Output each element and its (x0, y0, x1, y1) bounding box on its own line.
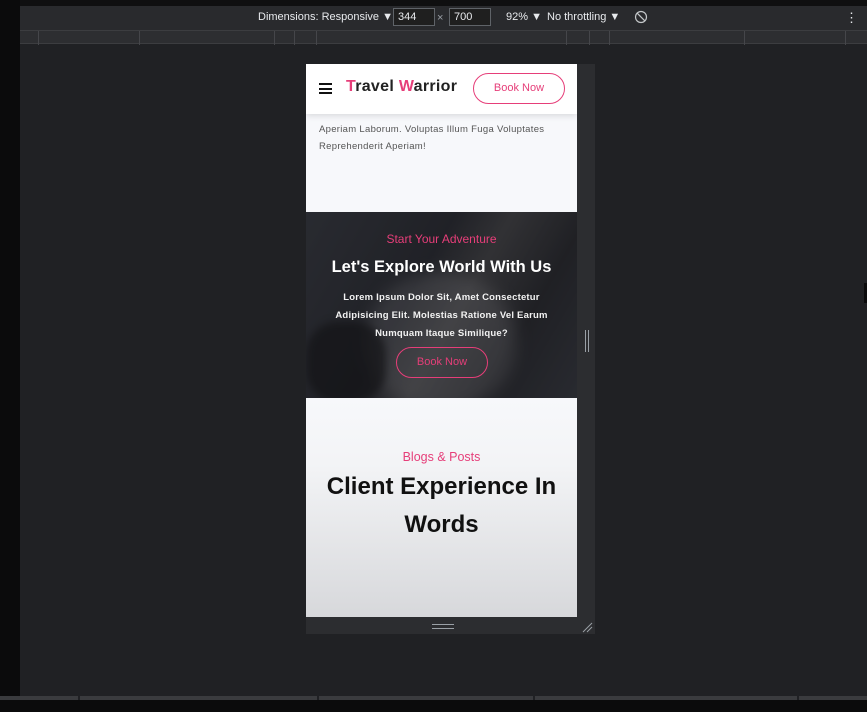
site-header: Travel Warrior Book Now (306, 64, 577, 114)
book-now-button[interactable]: Book Now (473, 73, 565, 104)
more-options-icon[interactable]: ⋮ (845, 10, 858, 26)
logo-text-2: arrior (413, 78, 458, 95)
dimensions-dropdown[interactable]: Dimensions: Responsive ▼ (258, 11, 393, 23)
hero-subtitle: Start Your Adventure (386, 232, 497, 246)
hero-description: Lorem Ipsum Dolor Sit, Amet Consectetur … (335, 292, 548, 339)
blogs-title: Client Experience In Words (326, 473, 557, 538)
blogs-subtitle: Blogs & Posts (402, 450, 481, 464)
zoom-dropdown[interactable]: 92% ▼ (506, 11, 542, 23)
throttling-dropdown[interactable]: No throttling ▼ (547, 11, 620, 23)
logo-text-1: ravel (355, 78, 399, 95)
hamburger-menu-icon[interactable] (319, 83, 332, 94)
bottom-strip (0, 700, 867, 712)
site-logo[interactable]: Travel Warrior (346, 78, 457, 96)
logo-letter-w: W (398, 78, 414, 95)
device-frame: Travel Warrior Book Now Aperiam Laborum.… (306, 64, 595, 634)
logo-letter-t: T (346, 78, 356, 95)
device-toolbar: Dimensions: Responsive ▼ 344 × 700 92% ▼… (20, 6, 867, 30)
rotate-icon[interactable] (634, 10, 648, 24)
blogs-section: Blogs & Posts Client Experience In Words (306, 398, 577, 617)
resize-handle-bottom[interactable] (432, 624, 454, 629)
intro-paragraph: Aperiam Laborum. Voluptas Illum Fuga Vol… (319, 124, 545, 152)
height-input[interactable]: 700 (449, 8, 491, 26)
hero-section: Start Your Adventure Let's Explore World… (306, 212, 577, 398)
media-query-ruler (20, 30, 867, 45)
page-viewport: Travel Warrior Book Now Aperiam Laborum.… (306, 64, 577, 617)
width-input[interactable]: 344 (393, 8, 435, 26)
resize-corner-icon[interactable] (581, 620, 593, 633)
dimension-separator: × (437, 12, 444, 24)
hero-book-now-button[interactable]: Book Now (396, 347, 488, 378)
resize-handle-right[interactable] (585, 330, 589, 352)
left-panel-strip (0, 0, 20, 712)
hero-title: Let's Explore World With Us (331, 258, 552, 276)
